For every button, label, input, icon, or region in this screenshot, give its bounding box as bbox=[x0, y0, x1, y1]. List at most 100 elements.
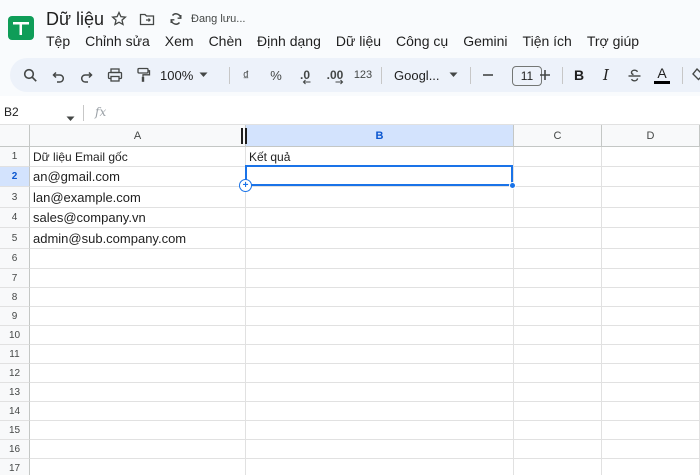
cell-c7[interactable] bbox=[514, 269, 602, 288]
menu-tools[interactable]: Công cụ bbox=[396, 31, 453, 51]
strikethrough-icon[interactable] bbox=[625, 58, 643, 92]
cell-a11[interactable] bbox=[30, 345, 246, 364]
number-format-button[interactable]: 123 bbox=[353, 58, 373, 92]
cell-d12[interactable] bbox=[602, 364, 700, 383]
row-header[interactable]: 5 bbox=[0, 228, 30, 249]
cell-b16[interactable] bbox=[246, 440, 514, 459]
font-select[interactable]: Googl... bbox=[394, 58, 462, 92]
select-all-corner[interactable] bbox=[0, 125, 30, 147]
move-to-folder-icon[interactable] bbox=[138, 10, 156, 28]
cell-a4[interactable]: sales@company.vn bbox=[30, 208, 246, 228]
cell-b7[interactable] bbox=[246, 269, 514, 288]
menu-file[interactable]: Tệp bbox=[46, 31, 75, 51]
cell-b15[interactable] bbox=[246, 421, 514, 440]
cell-c13[interactable] bbox=[514, 383, 602, 402]
cell-d15[interactable] bbox=[602, 421, 700, 440]
row-header[interactable]: 2 bbox=[0, 167, 30, 187]
row-header[interactable]: 13 bbox=[0, 383, 30, 402]
cell-b8[interactable] bbox=[246, 288, 514, 307]
cell-c12[interactable] bbox=[514, 364, 602, 383]
fill-color-icon[interactable] bbox=[690, 58, 700, 92]
percent-format-button[interactable]: % bbox=[267, 58, 285, 92]
cell-a16[interactable] bbox=[30, 440, 246, 459]
cell-b11[interactable] bbox=[246, 345, 514, 364]
cell-c15[interactable] bbox=[514, 421, 602, 440]
search-menus-icon[interactable] bbox=[20, 58, 40, 92]
cell-a8[interactable] bbox=[30, 288, 246, 307]
cell-a15[interactable] bbox=[30, 421, 246, 440]
cell-c17[interactable] bbox=[514, 459, 602, 475]
menu-data[interactable]: Dữ liệu bbox=[336, 31, 386, 51]
column-header-c[interactable]: C bbox=[514, 125, 602, 147]
cell-b14[interactable] bbox=[246, 402, 514, 421]
cell-c8[interactable] bbox=[514, 288, 602, 307]
row-header[interactable]: 6 bbox=[0, 249, 30, 269]
name-box[interactable]: B2 bbox=[4, 105, 19, 119]
cell-b4[interactable] bbox=[246, 208, 514, 228]
row-header[interactable]: 11 bbox=[0, 345, 30, 364]
row-header[interactable]: 1 bbox=[0, 147, 30, 167]
cell-c5[interactable] bbox=[514, 228, 602, 249]
sheets-logo-icon[interactable] bbox=[7, 14, 35, 42]
row-header[interactable]: 9 bbox=[0, 307, 30, 326]
cell-c3[interactable] bbox=[514, 187, 602, 208]
italic-button[interactable]: I bbox=[598, 58, 614, 92]
row-header[interactable]: 4 bbox=[0, 208, 30, 228]
add-row-icon[interactable]: + bbox=[239, 179, 252, 192]
column-header-a[interactable]: A bbox=[30, 125, 246, 147]
cell-d2[interactable] bbox=[602, 167, 700, 187]
cell-a7[interactable] bbox=[30, 269, 246, 288]
currency-format-button[interactable]: ₫ bbox=[238, 58, 254, 92]
bold-button[interactable]: B bbox=[571, 58, 587, 92]
cell-a14[interactable] bbox=[30, 402, 246, 421]
cell-d13[interactable] bbox=[602, 383, 700, 402]
row-header[interactable]: 17 bbox=[0, 459, 30, 475]
cell-c2[interactable] bbox=[514, 167, 602, 187]
column-resize-handle[interactable] bbox=[241, 128, 247, 144]
star-icon[interactable] bbox=[110, 10, 128, 28]
cell-b9[interactable] bbox=[246, 307, 514, 326]
row-header[interactable]: 15 bbox=[0, 421, 30, 440]
decrease-decimal-button[interactable]: .0 bbox=[296, 58, 314, 92]
cell-a10[interactable] bbox=[30, 326, 246, 345]
cell-d11[interactable] bbox=[602, 345, 700, 364]
cell-b17[interactable] bbox=[246, 459, 514, 475]
cell-d7[interactable] bbox=[602, 269, 700, 288]
sync-status-icon[interactable] bbox=[167, 10, 185, 28]
cell-d9[interactable] bbox=[602, 307, 700, 326]
cell-b10[interactable] bbox=[246, 326, 514, 345]
row-header[interactable]: 10 bbox=[0, 326, 30, 345]
cell-c16[interactable] bbox=[514, 440, 602, 459]
cell-d6[interactable] bbox=[602, 249, 700, 269]
cell-a13[interactable] bbox=[30, 383, 246, 402]
cell-c9[interactable] bbox=[514, 307, 602, 326]
cell-a2[interactable]: an@gmail.com bbox=[30, 167, 246, 187]
cell-a12[interactable] bbox=[30, 364, 246, 383]
row-header[interactable]: 16 bbox=[0, 440, 30, 459]
cell-d14[interactable] bbox=[602, 402, 700, 421]
document-title[interactable]: Dữ liệu bbox=[46, 9, 104, 30]
cell-a5[interactable]: admin@sub.company.com bbox=[30, 228, 246, 249]
menu-extensions[interactable]: Tiện ích bbox=[523, 31, 577, 51]
cell-b12[interactable] bbox=[246, 364, 514, 383]
menu-insert[interactable]: Chèn bbox=[209, 31, 247, 51]
cell-d4[interactable] bbox=[602, 208, 700, 228]
cell-c6[interactable] bbox=[514, 249, 602, 269]
undo-icon[interactable] bbox=[48, 58, 68, 92]
row-header[interactable]: 12 bbox=[0, 364, 30, 383]
cell-d1[interactable] bbox=[602, 147, 700, 167]
column-header-b[interactable]: B bbox=[246, 125, 514, 147]
column-header-d[interactable]: D bbox=[602, 125, 700, 147]
paint-format-icon[interactable] bbox=[133, 58, 153, 92]
row-header[interactable]: 3 bbox=[0, 187, 30, 208]
cell-b1[interactable]: Kết quả bbox=[246, 147, 514, 167]
menu-edit[interactable]: Chỉnh sửa bbox=[85, 31, 155, 51]
cell-a3[interactable]: lan@example.com bbox=[30, 187, 246, 208]
row-header[interactable]: 8 bbox=[0, 288, 30, 307]
cell-b13[interactable] bbox=[246, 383, 514, 402]
cell-d5[interactable] bbox=[602, 228, 700, 249]
cell-a9[interactable] bbox=[30, 307, 246, 326]
cell-d8[interactable] bbox=[602, 288, 700, 307]
fill-handle[interactable] bbox=[509, 182, 516, 189]
cell-a17[interactable] bbox=[30, 459, 246, 475]
